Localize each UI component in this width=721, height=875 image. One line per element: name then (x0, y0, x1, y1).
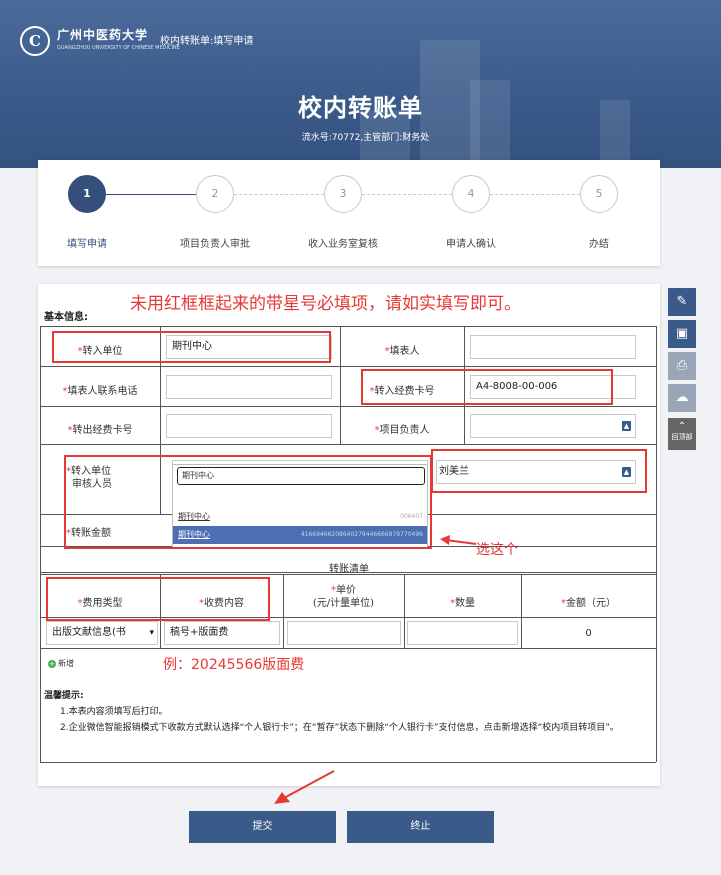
filler-phone-input[interactable] (166, 375, 332, 399)
transfer-form: 基本信息: 未用红框框起来的带星号必填项，请如实填写即可。 *转入单位 期刊中心… (38, 284, 660, 786)
red-highlight-box (52, 331, 331, 363)
col-unit-price: *单价 (元/计量单位) (312, 585, 375, 609)
header-banner: C 广州中医药大学 GUANGZHOU UNIVERSITY OF CHINES… (0, 0, 721, 168)
step-1-label: 填写申请 (67, 239, 107, 250)
row-amount: 0 (585, 628, 592, 639)
serial-info: 流水号:70772,主管部门:财务处 (301, 133, 430, 143)
edit-icon[interactable]: ✎ (668, 288, 696, 316)
step-4-label: 申请人确认 (446, 239, 496, 250)
save-icon[interactable]: ▣ (668, 320, 696, 348)
submit-button[interactable]: 提交 (189, 811, 336, 843)
project-leader-label: *项目负责人 (374, 425, 430, 436)
red-highlight-box (361, 369, 613, 405)
user-picker-icon[interactable]: ▲ (622, 421, 631, 431)
step-3-circle: 3 (324, 175, 362, 213)
tips-section: 温馨提示: 1.本表内容须填写后打印。 2.企业微信智能报销模式下收款方式默认选… (44, 691, 619, 733)
cloud-upload-icon[interactable]: ☁ (668, 384, 696, 412)
out-card-input[interactable] (166, 414, 332, 438)
progress-steps: 1 2 3 4 5 填写申请 项目负责人审批 收入业务室复核 申请人确认 办结 (38, 160, 660, 266)
print-icon[interactable]: ⎙ (668, 352, 696, 380)
annotation-arrow-icon (440, 535, 477, 545)
step-4-circle: 4 (452, 175, 490, 213)
step-5-circle: 5 (580, 175, 618, 213)
university-logo-icon: C (20, 26, 50, 56)
filler-label: *填表人 (384, 346, 420, 357)
chevron-down-icon: ▾ (149, 628, 154, 638)
col-quantity: *数量 (450, 598, 475, 609)
transfer-list-title: 转账清单 (329, 564, 369, 575)
add-row-button[interactable]: + 新增 (48, 658, 74, 669)
step-connector (490, 194, 580, 195)
step-2-label: 项目负责人审批 (180, 239, 250, 250)
red-highlight-box (431, 449, 647, 493)
red-highlight-box (64, 455, 432, 549)
content-input[interactable]: 稿号+版面费 (164, 621, 280, 645)
annotation-arrow-icon (274, 770, 335, 804)
step-connector (106, 194, 196, 195)
step-connector (362, 194, 452, 195)
step-connector (234, 194, 324, 195)
page-title: 校内转账单 (298, 94, 423, 122)
step-2-circle: 2 (196, 175, 234, 213)
col-amount: *金额（元） (561, 598, 616, 609)
stop-button[interactable]: 终止 (347, 811, 494, 843)
project-leader-input[interactable]: ▲ (470, 414, 636, 438)
unit-price-input[interactable] (287, 621, 401, 645)
annotation-pick-this: 选这个 (476, 542, 518, 558)
step-1-circle: 1 (68, 175, 106, 213)
filler-input[interactable] (470, 335, 636, 359)
step-3-label: 收入业务室复核 (308, 239, 378, 250)
university-name: 广州中医药大学 (57, 28, 149, 42)
red-highlight-box (46, 577, 270, 621)
chevron-up-icon: ⌃ (677, 421, 687, 432)
out-card-label: *转出经费卡号 (67, 425, 133, 436)
page: C 广州中医药大学 GUANGZHOU UNIVERSITY OF CHINES… (0, 0, 721, 875)
plus-icon: + (48, 660, 56, 668)
quantity-input[interactable] (407, 621, 518, 645)
fee-type-select[interactable]: 出版文献信息(书 ▾ (46, 621, 158, 645)
back-to-top-button[interactable]: ⌃ 回顶部 (668, 418, 696, 450)
filler-phone-label: *填表人联系电话 (62, 386, 138, 397)
step-5-label: 办结 (589, 239, 609, 250)
app-title: 校内转账单:填写申请 (160, 36, 254, 47)
annotation-example: 例：20245566版面费 (163, 657, 305, 673)
